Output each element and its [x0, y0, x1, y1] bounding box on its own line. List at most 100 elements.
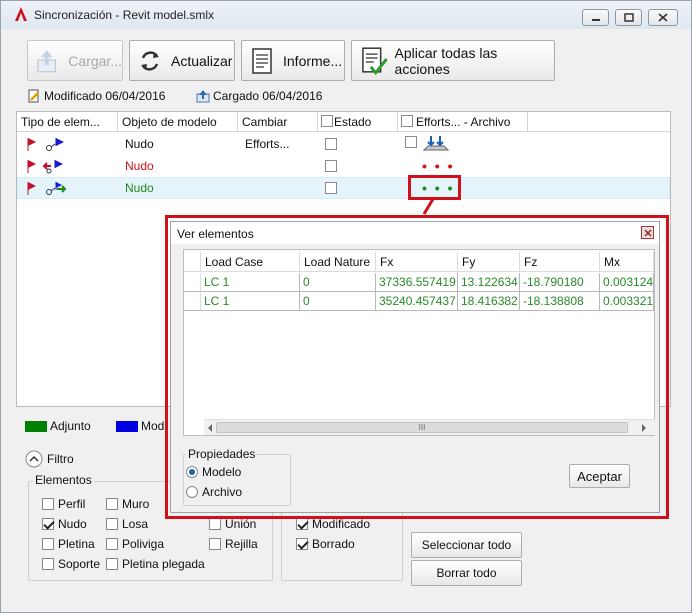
table-cell: 13.122634: [458, 273, 520, 292]
checkbox: [209, 518, 221, 530]
row-cambiar: Efforts...: [245, 137, 290, 151]
aceptar-button[interactable]: Aceptar: [569, 464, 630, 488]
filter-poliviga[interactable]: Poliviga: [106, 537, 164, 551]
callout-connector: [422, 198, 435, 215]
informe-button[interactable]: Informe...: [241, 40, 345, 81]
chevron-up-icon: [25, 450, 43, 468]
col-load-case[interactable]: Load Case: [201, 252, 300, 272]
window-title: Sincronización - Revit model.smlx: [34, 8, 215, 22]
col-estado[interactable]: Estado: [318, 112, 398, 132]
filter-rejilla[interactable]: Rejilla: [209, 537, 258, 551]
checkbox: [42, 558, 54, 570]
table-cell: 37336.557419: [376, 273, 458, 292]
filter-losa[interactable]: Losa: [106, 517, 148, 531]
filter-union[interactable]: Unión: [209, 517, 256, 531]
dialog-close-button[interactable]: [641, 226, 654, 239]
filter-modificado[interactable]: Modificado: [296, 517, 370, 531]
filter-borrado[interactable]: Borrado: [296, 537, 355, 551]
table-cell: 0.003321: [600, 292, 654, 311]
table-row[interactable]: Nudo • • •: [17, 177, 670, 199]
checkbox: [106, 558, 118, 570]
sync-window: Sincronización - Revit model.smlx Cargar…: [0, 0, 692, 613]
col-mx[interactable]: Mx: [600, 252, 654, 272]
dialog-title: Ver elementos: [177, 227, 254, 241]
filter-perfil[interactable]: Perfil: [42, 497, 85, 511]
estado-header-checkbox[interactable]: [321, 115, 333, 127]
table-cell: 18.416382: [458, 292, 520, 311]
table-cell: 0: [300, 273, 376, 292]
aplicar-todas-button[interactable]: Aplicar todas las acciones: [351, 40, 555, 81]
col-fy[interactable]: Fy: [458, 252, 520, 272]
maximize-button[interactable]: [615, 9, 642, 26]
close-icon: [643, 228, 652, 237]
modified-status: Modificado 06/04/2016: [27, 89, 165, 103]
row-estado-checkbox[interactable]: [325, 182, 337, 194]
checkbox: [296, 538, 308, 550]
row-header[interactable]: [184, 292, 201, 311]
seleccionar-todo-button[interactable]: Seleccionar todo: [411, 532, 522, 558]
filter-pletina[interactable]: Pletina: [42, 537, 95, 551]
row-estado-checkbox[interactable]: [325, 138, 337, 150]
checkbox: [209, 538, 221, 550]
table-cell: -18.790180: [520, 273, 600, 292]
scroll-right-icon[interactable]: [641, 424, 647, 432]
node-deleted-icon: [27, 160, 63, 174]
table-row[interactable]: Nudo • • •: [17, 155, 670, 177]
legend-swatch-adjunto: [25, 420, 47, 432]
filter-soporte[interactable]: Soporte: [42, 557, 100, 571]
elementos-title: Elementos: [33, 473, 94, 487]
borrar-todo-button[interactable]: Borrar todo: [411, 560, 522, 586]
actualizar-button[interactable]: Actualizar: [129, 40, 235, 81]
radio-archivo[interactable]: Archivo: [186, 485, 242, 499]
table-cell: 35240.457437: [376, 292, 458, 311]
horizontal-scrollbar[interactable]: III: [204, 419, 655, 435]
apply-check-icon: [362, 46, 388, 75]
legend-modificado: Mod: [116, 419, 164, 433]
col-objeto[interactable]: Objeto de modelo: [118, 112, 238, 132]
filtro-toggle[interactable]: Filtro: [25, 450, 74, 468]
checkbox: [42, 538, 54, 550]
row-header-corner: [184, 252, 201, 272]
table-cell: -18.138808: [520, 292, 600, 311]
col-fz[interactable]: Fz: [520, 252, 600, 272]
efforts-header-checkbox[interactable]: [401, 115, 413, 127]
table-row[interactable]: Nudo Efforts...: [17, 133, 670, 155]
table-cell: 0.003124: [600, 273, 654, 292]
scroll-thumb[interactable]: III: [216, 422, 628, 433]
title-bar: Sincronización - Revit model.smlx: [1, 1, 691, 29]
efforts-dots[interactable]: • • •: [422, 159, 454, 173]
checkbox: [106, 518, 118, 530]
legend-adjunto: Adjunto: [25, 419, 91, 433]
checkbox: [296, 518, 308, 530]
report-icon: [252, 47, 272, 74]
col-fx[interactable]: Fx: [376, 252, 458, 272]
minimize-button[interactable]: [582, 9, 609, 26]
efforts-table: Load Case Load Nature Fx Fy Fz Mx LC 1 0…: [183, 249, 655, 436]
maximize-icon: [623, 13, 634, 22]
col-tipo[interactable]: Tipo de elem...: [17, 112, 118, 132]
scroll-left-icon[interactable]: [207, 424, 213, 432]
table-cell: LC 1: [201, 292, 300, 311]
filter-pletina-plegada[interactable]: Pletina plegada: [106, 557, 205, 571]
efforts-sync-icon: [422, 136, 450, 151]
close-icon: [658, 13, 668, 22]
col-efforts[interactable]: Efforts... - Archivo: [398, 112, 528, 132]
row-efforts-checkbox[interactable]: [405, 136, 417, 148]
checkbox: [42, 498, 54, 510]
row-header[interactable]: [184, 273, 201, 292]
filter-nudo[interactable]: Nudo: [42, 517, 87, 531]
row-estado-checkbox[interactable]: [325, 160, 337, 172]
ver-elementos-dialog: Ver elementos Load Case Load Nature Fx F…: [170, 221, 660, 513]
node-element-icon: [27, 138, 64, 151]
node-added-icon: [27, 182, 67, 195]
radio-modelo[interactable]: Modelo: [186, 465, 241, 479]
cargar-button[interactable]: Cargar...: [27, 40, 123, 81]
close-button[interactable]: [648, 9, 678, 26]
modified-file-icon: [28, 89, 39, 103]
col-cambiar[interactable]: Cambiar: [238, 112, 318, 132]
col-load-nature[interactable]: Load Nature: [300, 252, 376, 272]
row-objeto: Nudo: [125, 137, 154, 151]
app-logo-icon: [15, 7, 27, 21]
highlight-box: [408, 175, 461, 200]
filter-muro[interactable]: Muro: [106, 497, 149, 511]
